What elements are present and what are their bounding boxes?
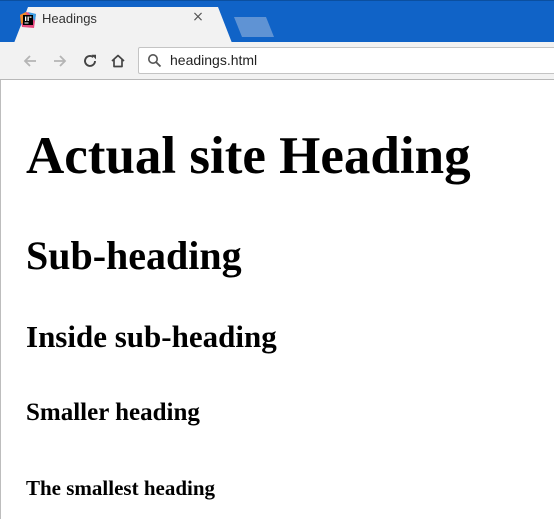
heading-level-2: Sub-heading <box>26 233 242 278</box>
address-input[interactable]: headings.html <box>170 52 257 68</box>
heading-level-5: The smallest heading <box>26 476 216 500</box>
browser-window: Headings × headings.html Actual site Hea… <box>0 0 554 519</box>
search-icon <box>147 53 162 68</box>
new-tab-button[interactable] <box>234 17 274 37</box>
forward-arrow-icon[interactable] <box>50 51 70 71</box>
close-icon[interactable]: × <box>190 9 206 25</box>
address-bar[interactable]: headings.html <box>138 47 554 74</box>
tab-strip: Headings × <box>0 0 554 42</box>
heading-level-3: Inside sub-heading <box>26 319 277 354</box>
tab-title: Headings <box>42 11 97 26</box>
heading-level-1: Actual site Heading <box>26 127 471 185</box>
page-content: Actual site Heading Sub-heading Inside s… <box>0 80 554 519</box>
reload-icon[interactable] <box>80 51 100 71</box>
intellij-icon <box>20 12 36 28</box>
home-icon[interactable] <box>108 51 128 71</box>
back-arrow-icon[interactable] <box>20 51 40 71</box>
heading-level-4: Smaller heading <box>26 399 200 426</box>
browser-toolbar: headings.html <box>0 42 554 80</box>
